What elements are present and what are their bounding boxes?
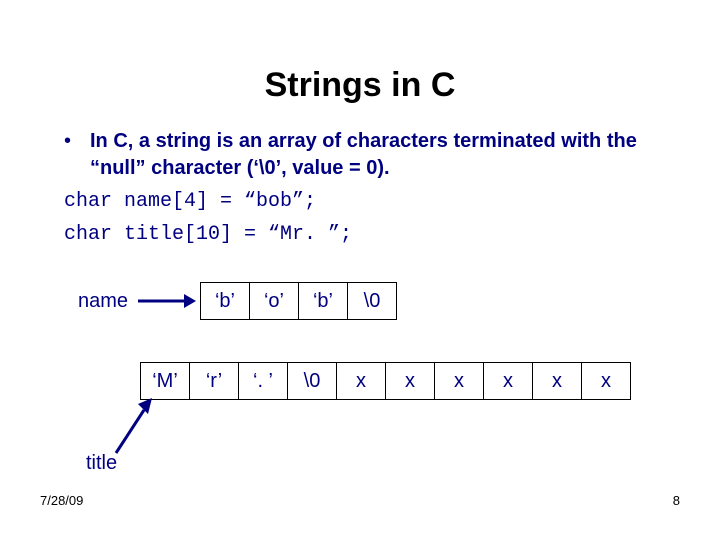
code-line-1: char name[4] = “bob”; <box>64 188 656 215</box>
name-cell-0: ‘b’ <box>201 283 250 320</box>
arrow-title <box>108 398 158 458</box>
name-cell-2: ‘b’ <box>299 283 348 320</box>
name-label: name <box>78 290 128 313</box>
title-cell-3: \0 <box>288 363 337 400</box>
name-array: ‘b’ ‘o’ ‘b’ \0 <box>200 282 397 320</box>
title-cell-1: ‘r’ <box>190 363 239 400</box>
name-cell-3: \0 <box>348 283 397 320</box>
title-cell-4: x <box>337 363 386 400</box>
bullet-item: • In C, a string is an array of characte… <box>64 128 656 182</box>
title-cell-0: ‘M’ <box>141 363 190 400</box>
footer-date: 7/28/09 <box>40 493 83 508</box>
title-cell-5: x <box>386 363 435 400</box>
bullet-dot: • <box>64 128 90 182</box>
slide-title: Strings in C <box>0 66 720 105</box>
title-label: title <box>86 452 117 475</box>
slide-body: • In C, a string is an array of characte… <box>64 128 656 248</box>
arrow-name <box>136 286 196 316</box>
title-cell-8: x <box>533 363 582 400</box>
code-line-2: char title[10] = “Mr. ”; <box>64 221 656 248</box>
bullet-text: In C, a string is an array of characters… <box>90 128 656 182</box>
title-cell-7: x <box>484 363 533 400</box>
title-cell-9: x <box>582 363 631 400</box>
title-array: ‘M’ ‘r’ ‘. ’ \0 x x x x x x <box>140 362 631 400</box>
title-cell-6: x <box>435 363 484 400</box>
footer-page-number: 8 <box>673 493 680 508</box>
title-cell-2: ‘. ’ <box>239 363 288 400</box>
name-cell-1: ‘o’ <box>250 283 299 320</box>
slide: Strings in C • In C, a string is an arra… <box>0 0 720 540</box>
